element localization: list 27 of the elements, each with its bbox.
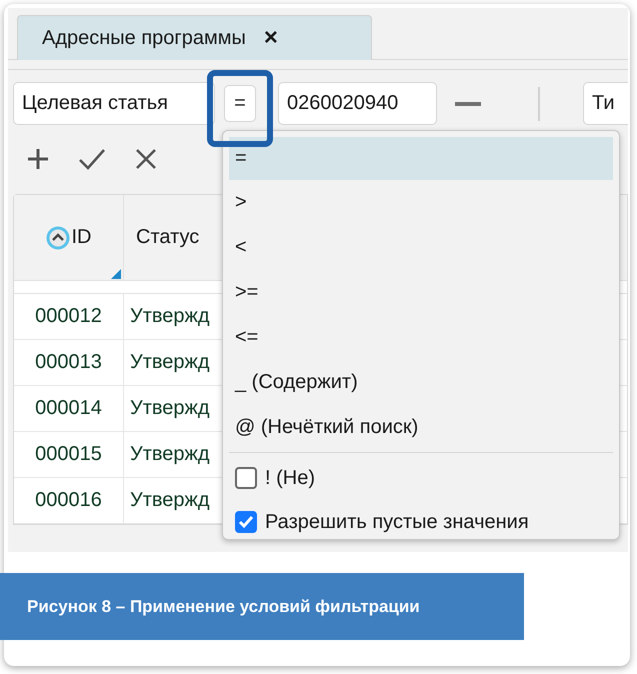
table-cell: 000013 <box>14 340 124 385</box>
checkbox[interactable] <box>235 511 257 533</box>
menu-item[interactable]: = <box>229 137 613 180</box>
minus-icon[interactable] <box>455 102 481 106</box>
checkbox[interactable] <box>235 467 257 489</box>
field-select[interactable]: Целевая статья <box>13 82 215 125</box>
field-select[interactable]: Ти <box>583 82 628 125</box>
operator-button[interactable]: = <box>224 85 256 122</box>
menu-item[interactable]: < <box>229 225 613 270</box>
column-header[interactable]: ID <box>14 195 124 280</box>
check-icon[interactable] <box>79 148 105 170</box>
column-header[interactable]: Статус <box>124 195 200 280</box>
resize-handle-icon[interactable] <box>111 269 121 279</box>
check-icon <box>237 513 255 531</box>
menu-item[interactable]: > <box>229 180 613 225</box>
plus-icon[interactable] <box>27 148 49 170</box>
table-cell: 000016 <box>14 478 124 523</box>
table-cell: 000015 <box>14 432 124 477</box>
tab[interactable]: Адресные программы × <box>17 15 372 60</box>
caption-text: Рисунок 8 – Применение условий фильтрации <box>27 596 420 616</box>
column-title: ID <box>72 226 92 249</box>
close-icon[interactable]: × <box>264 24 278 52</box>
table-cell: 000012 <box>14 294 124 339</box>
close-icon[interactable] <box>135 148 157 170</box>
table-cell: 000014 <box>14 386 124 431</box>
sort-icon[interactable] <box>46 226 70 250</box>
value-field[interactable]: 0260020940 <box>278 82 437 125</box>
